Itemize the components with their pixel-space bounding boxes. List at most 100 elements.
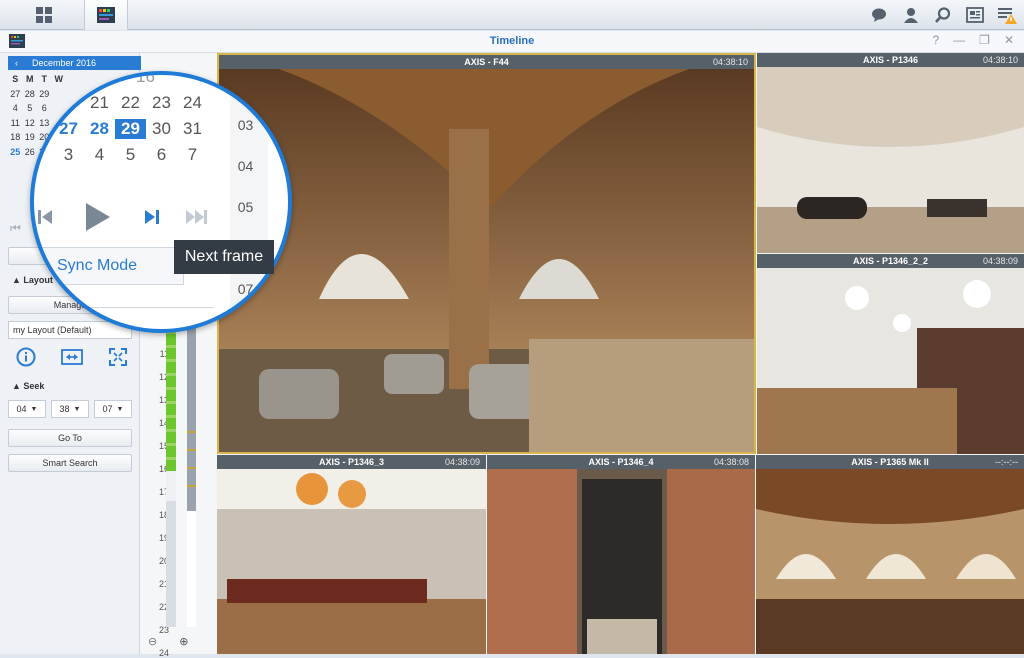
- smart-search-button[interactable]: Smart Search: [8, 454, 132, 472]
- recording-bar-secondary[interactable]: [187, 311, 196, 627]
- camera-timestamp: 04:38:09: [982, 256, 1018, 266]
- camera-view[interactable]: AXIS - P1346_4 04:38:08: [487, 455, 755, 654]
- camera-timestamp: 04:38:10: [712, 57, 748, 67]
- calendar-day[interactable]: 5: [23, 101, 38, 116]
- calendar-day[interactable]: 24: [177, 93, 208, 113]
- calendar-day[interactable]: 5: [115, 145, 146, 165]
- chat-button[interactable]: [868, 4, 890, 26]
- calendar-day[interactable]: 18: [8, 130, 23, 145]
- seek-section-header[interactable]: ▲ Seek: [12, 381, 44, 391]
- weekday-label: M: [26, 74, 34, 84]
- seek-label: Seek: [23, 381, 45, 391]
- recording-bar-primary[interactable]: [166, 311, 176, 627]
- window-controls: ? — ❐ ✕: [932, 33, 1014, 47]
- skip-start-button[interactable]: ⏮: [10, 221, 21, 236]
- dropdown-arrow-icon: ▼: [73, 405, 81, 413]
- calendar-day[interactable]: 6: [37, 101, 52, 116]
- calendar-day[interactable]: 4: [8, 101, 23, 116]
- calendar-day-selected[interactable]: 29: [115, 119, 146, 139]
- close-button[interactable]: ✕: [1004, 33, 1014, 47]
- calendar-day[interactable]: 4: [84, 145, 115, 165]
- search-button[interactable]: [932, 4, 954, 26]
- calendar-day[interactable]: 13: [37, 116, 52, 131]
- dropdown-arrow-icon: ▼: [30, 405, 38, 413]
- calendar-day[interactable]: 29: [37, 87, 52, 102]
- calendar-day[interactable]: 6: [146, 145, 177, 165]
- notifications-button[interactable]: [996, 4, 1018, 26]
- camera-feed-image: [487, 469, 755, 654]
- camera-name: AXIS - P1346_4: [588, 457, 654, 467]
- camera-title-bar: AXIS - P1346_3 04:38:09: [217, 455, 486, 469]
- fullscreen-icon[interactable]: [108, 347, 128, 367]
- magnifier-divider: [34, 307, 214, 308]
- timeline-zoom-controls: ⊖ ⊕: [148, 635, 188, 648]
- magnified-timeline: 03 04 05 06 07: [230, 75, 268, 329]
- info-icon[interactable]: [16, 347, 36, 367]
- calendar-day[interactable]: 27: [53, 119, 84, 139]
- window-title: Timeline: [489, 35, 535, 47]
- seek-minute-value: 38: [59, 404, 70, 414]
- camera-timestamp: --:--:--: [995, 457, 1018, 467]
- calendar-day[interactable]: 21: [84, 93, 115, 113]
- calendar-day[interactable]: 22: [115, 93, 146, 113]
- zoom-out-icon[interactable]: ⊖: [148, 635, 157, 648]
- seek-hour-select[interactable]: 04 ▼: [8, 400, 46, 418]
- surveillance-app-button[interactable]: [84, 0, 128, 30]
- surveillance-app-icon: [97, 7, 115, 23]
- calendar-day[interactable]: 27: [8, 87, 23, 102]
- timeline-hour: 24: [158, 648, 169, 658]
- timeline-hour: 05: [237, 199, 254, 215]
- calendar-day[interactable]: 11: [8, 116, 23, 131]
- play-icon[interactable]: [84, 201, 112, 233]
- camera-title-bar: AXIS - P1365 Mk II --:--:--: [756, 455, 1024, 469]
- minimize-button[interactable]: —: [953, 33, 965, 47]
- skip-start-icon[interactable]: [36, 207, 54, 227]
- chat-icon: [872, 8, 886, 22]
- sync-mode-button[interactable]: Sync Mode: [34, 247, 184, 285]
- main-menu-button[interactable]: [22, 0, 66, 30]
- skip-end-icon[interactable]: [184, 207, 210, 227]
- camera-title-bar: AXIS - F44 04:38:10: [219, 55, 754, 69]
- camera-view[interactable]: AXIS - P1346 04:38:10: [757, 53, 1024, 253]
- camera-feed-image: [217, 469, 486, 654]
- main-menu-icon: [36, 7, 52, 23]
- calendar-day[interactable]: 31: [177, 119, 208, 139]
- calendar-day[interactable]: 19: [23, 130, 38, 145]
- timeline-hour: 03: [237, 117, 254, 133]
- calendar-day[interactable]: 28: [84, 119, 115, 139]
- seek-second-select[interactable]: 07 ▼: [94, 400, 132, 418]
- seek-minute-select[interactable]: 38 ▼: [51, 400, 89, 418]
- camera-feed-image: [219, 69, 754, 452]
- calendar-day[interactable]: 30: [146, 119, 177, 139]
- user-button[interactable]: [900, 4, 922, 26]
- calendar-day[interactable]: 28: [23, 87, 38, 102]
- calendar-day[interactable]: 16: [130, 75, 161, 87]
- camera-name: AXIS - F44: [464, 57, 509, 67]
- help-button[interactable]: ?: [932, 33, 939, 47]
- calendar-prev-icon[interactable]: ‹: [15, 56, 18, 70]
- next-frame-tooltip: Next frame: [174, 240, 274, 274]
- widgets-button[interactable]: [964, 4, 986, 26]
- camera-view[interactable]: AXIS - P1346_2_2 04:38:09: [757, 254, 1024, 454]
- go-to-button[interactable]: Go To: [8, 429, 132, 447]
- calendar-day[interactable]: 25: [8, 145, 23, 160]
- notifications-icon: [998, 8, 1017, 24]
- camera-name: AXIS - P1346_3: [318, 457, 385, 467]
- camera-view[interactable]: AXIS - P1365 Mk II --:--:--: [756, 455, 1024, 654]
- maximize-button[interactable]: ❐: [979, 33, 990, 47]
- fit-width-icon[interactable]: [61, 347, 83, 367]
- camera-name: AXIS - P1365 Mk II: [851, 457, 929, 467]
- calendar-day[interactable]: 26: [23, 145, 38, 160]
- calendar-day[interactable]: 23: [146, 93, 177, 113]
- calendar-day[interactable]: 7: [177, 145, 208, 165]
- next-frame-icon[interactable]: [142, 207, 162, 227]
- layout-tools: [16, 347, 128, 367]
- zoom-in-icon[interactable]: ⊕: [179, 635, 188, 648]
- calendar-day[interactable]: 3: [53, 145, 84, 165]
- camera-view[interactable]: AXIS - P1346_3 04:38:09: [217, 455, 486, 654]
- calendar-day[interactable]: 12: [23, 116, 38, 131]
- weekday-label: T: [41, 74, 48, 84]
- camera-view-main[interactable]: AXIS - F44 04:38:10: [217, 53, 756, 454]
- camera-title-bar: AXIS - P1346_2_2 04:38:09: [757, 254, 1024, 268]
- timeline-hour: 07: [237, 281, 254, 297]
